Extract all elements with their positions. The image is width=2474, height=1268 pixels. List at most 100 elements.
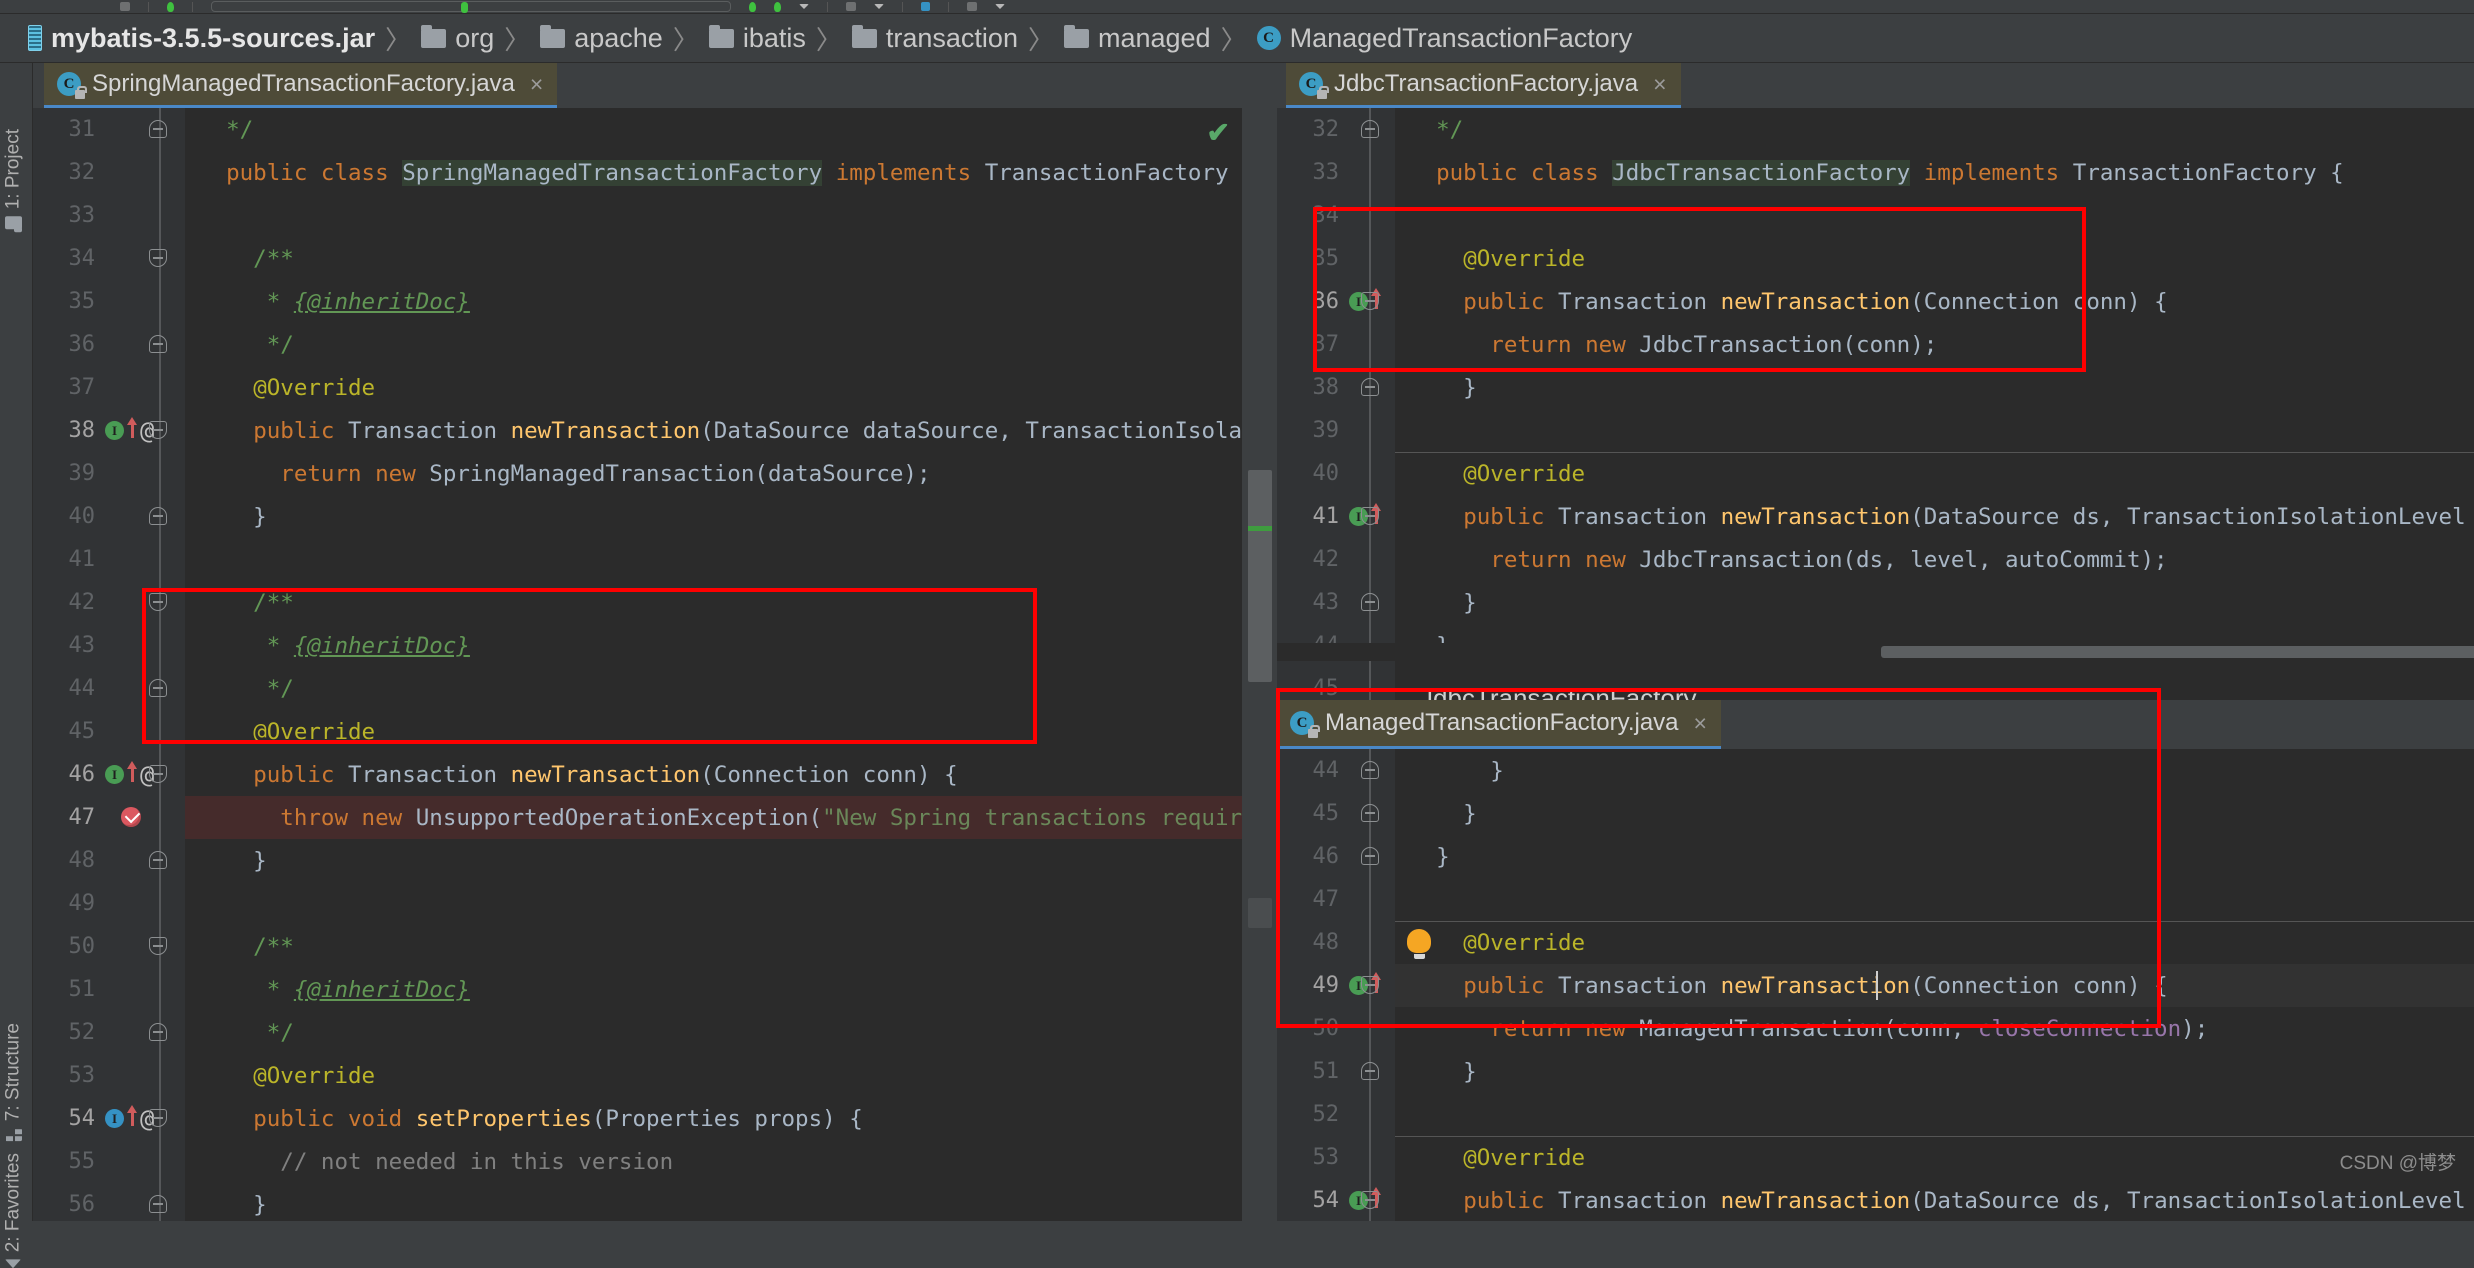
code-line[interactable]: 32 public class SpringManagedTransaction… (69, 151, 1276, 194)
right-horizontal-scrollbar[interactable] (1277, 643, 2474, 661)
code-line[interactable]: 42 /** (69, 581, 1276, 624)
fold-open-icon[interactable] (1361, 976, 1379, 994)
code-line[interactable]: 36 I public Transaction newTransaction(Co… (1313, 280, 2474, 323)
close-icon[interactable]: × (530, 71, 543, 98)
fold-open-icon[interactable] (149, 937, 167, 955)
code-line[interactable]: 51 * {@inheritDoc} (69, 968, 1276, 1011)
fold-close-icon[interactable] (1361, 120, 1379, 138)
code-line[interactable]: 54 I @ public void setProperties(Propertie… (69, 1097, 1276, 1140)
code-line[interactable]: 49 (69, 882, 1276, 925)
code-line[interactable]: 32 */ (1313, 108, 2474, 151)
code-line[interactable]: 34 /** (69, 237, 1276, 280)
code-line[interactable]: 35 @Override (1313, 237, 2474, 280)
code-line[interactable]: 47 (1313, 878, 2474, 921)
stop-icon[interactable] (846, 2, 856, 11)
code-line[interactable]: 37 return new JdbcTransaction(conn); (1313, 323, 2474, 366)
code-line[interactable]: 40 } (69, 495, 1276, 538)
code-line[interactable]: 55 // not needed in this version (69, 1140, 1276, 1183)
code-line[interactable]: 31 */ (69, 108, 1276, 151)
fold-open-icon[interactable] (149, 249, 167, 267)
run-configuration-selector[interactable] (211, 1, 731, 13)
floating-editor-area[interactable]: 44 } 45 } 46 } 47 48 @Override 49 I public Tra… (1277, 749, 2474, 1221)
breadcrumb-item-managed[interactable]: managed (1056, 23, 1219, 54)
code-line[interactable]: 38 } (1313, 366, 2474, 409)
breadcrumb-item-apache[interactable]: apache (532, 23, 671, 54)
fold-close-icon[interactable] (1361, 378, 1379, 396)
code-line[interactable]: 56 } (69, 1183, 1276, 1221)
fold-close-icon[interactable] (1361, 593, 1379, 611)
fold-open-icon[interactable] (149, 765, 167, 783)
run-button-icon[interactable] (749, 1, 756, 12)
fold-close-icon[interactable] (149, 1023, 167, 1041)
code-line[interactable]: 46 I @ public Transaction newTransaction(C… (69, 753, 1276, 796)
fold-open-icon[interactable] (149, 421, 167, 439)
code-line[interactable]: 52 */ (69, 1011, 1276, 1054)
code-line[interactable]: 38 I @ public Transaction newTransaction(D… (69, 409, 1276, 452)
code-line[interactable]: 44 } (1313, 749, 2474, 792)
code-line[interactable]: 33 public class JdbcTransactionFactory i… (1313, 151, 2474, 194)
fold-close-icon[interactable] (1361, 847, 1379, 865)
fold-close-icon[interactable] (149, 679, 167, 697)
left-editor-code[interactable]: 31 */32 public class SpringManagedTransa… (69, 108, 1276, 1221)
breadcrumb-item-transaction[interactable]: transaction (844, 23, 1026, 54)
implementing-method-icon[interactable]: I (105, 765, 124, 784)
left-editor-area[interactable]: 31 */32 public class SpringManagedTransa… (33, 108, 1276, 1221)
code-line[interactable]: 48 } (69, 839, 1276, 882)
fold-close-icon[interactable] (149, 1195, 167, 1213)
implementing-method-icon[interactable]: I (105, 1109, 124, 1128)
code-line[interactable]: 52 (1313, 1093, 2474, 1136)
left-editor-gutter[interactable] (33, 108, 185, 1221)
code-line[interactable]: 41 I public Transaction newTransaction(Da… (1313, 495, 2474, 538)
chevron-down-icon[interactable] (995, 4, 1005, 9)
sidebar-item-structure[interactable]: 7: Structure (0, 1023, 30, 1142)
fold-open-icon[interactable] (1361, 1191, 1379, 1209)
fold-open-icon[interactable] (149, 593, 167, 611)
code-line[interactable]: 54 I public Transaction newTransaction(Da… (1313, 1179, 2474, 1221)
intention-bulb-icon[interactable] (1407, 929, 1431, 959)
floating-editor-code[interactable]: 44 } 45 } 46 } 47 48 @Override 49 I public Tra… (1313, 749, 2474, 1221)
code-line[interactable]: 39 (1313, 409, 2474, 452)
code-line[interactable]: 49 I public Transaction newTransaction(Co… (1313, 964, 2474, 1007)
code-line[interactable]: 53 @Override (69, 1054, 1276, 1097)
fold-close-icon[interactable] (149, 507, 167, 525)
tab-spring-managed-transaction-factory[interactable]: C SpringManagedTransactionFactory.java × (44, 63, 558, 108)
breakpoint-icon[interactable] (121, 807, 141, 827)
chevron-down-icon[interactable] (799, 4, 809, 9)
fold-open-icon[interactable] (1361, 507, 1379, 525)
fold-close-icon[interactable] (1361, 804, 1379, 822)
close-icon[interactable]: × (1653, 71, 1666, 98)
breadcrumb-item-managedtransactionfactory[interactable]: C ManagedTransactionFactory (1249, 23, 1641, 54)
tab-managed-transaction-factory[interactable]: C ManagedTransactionFactory.java × (1277, 700, 1721, 749)
close-icon[interactable]: × (1694, 710, 1707, 737)
tab-jdbc-transaction-factory[interactable]: C JdbcTransactionFactory.java × (1286, 63, 1681, 108)
fold-open-icon[interactable] (149, 1109, 167, 1127)
code-line[interactable]: 43 } (1313, 581, 2474, 624)
code-line[interactable]: 39 return new SpringManagedTransaction(d… (69, 452, 1276, 495)
breadcrumb-item-org[interactable]: org (413, 23, 502, 54)
code-line[interactable]: 51 } (1313, 1050, 2474, 1093)
code-line[interactable]: 36 */ (69, 323, 1276, 366)
code-line[interactable]: 34 (1313, 194, 2474, 237)
search-everywhere-icon[interactable] (921, 2, 930, 11)
code-line[interactable]: 44 */ (69, 667, 1276, 710)
code-line[interactable]: 35 * {@inheritDoc} (69, 280, 1276, 323)
code-line[interactable]: 53 @Override (1313, 1136, 2474, 1179)
code-line[interactable]: 37 @Override (69, 366, 1276, 409)
sidebar-item-project[interactable]: 1: Project (0, 129, 30, 230)
run-icon[interactable] (167, 1, 174, 12)
fold-close-icon[interactable] (149, 335, 167, 353)
breadcrumb-item-ibatis[interactable]: ibatis (701, 23, 814, 54)
code-line[interactable]: 48 @Override (1313, 921, 2474, 964)
implementing-method-icon[interactable]: I (105, 421, 124, 440)
fold-close-icon[interactable] (149, 120, 167, 138)
inspection-ok-check-icon[interactable]: ✔ (1207, 116, 1230, 149)
chevron-down-icon[interactable] (874, 4, 884, 9)
fold-close-icon[interactable] (149, 851, 167, 869)
code-line[interactable]: 41 (69, 538, 1276, 581)
fold-close-icon[interactable] (1361, 761, 1379, 779)
override-arrow-icon[interactable] (127, 417, 137, 438)
code-line[interactable]: 45 @Override (69, 710, 1276, 753)
vertical-scrollbar-thumb[interactable] (1248, 470, 1272, 682)
code-line[interactable]: 50 /** (69, 925, 1276, 968)
settings-icon[interactable] (967, 2, 977, 11)
